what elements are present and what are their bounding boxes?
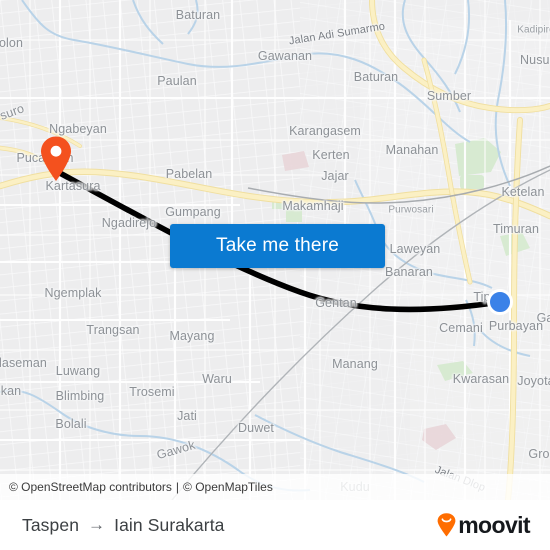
route-summary: Taspen → Iain Surakarta [22, 515, 225, 536]
attribution-openmaptiles[interactable]: © OpenMapTiles [183, 480, 273, 494]
moovit-route-preview: BaturanJalan Adi SumarmoKadipiroolonGawa… [0, 0, 550, 550]
map-attribution: © OpenStreetMap contributors | © OpenMap… [0, 474, 550, 500]
destination-marker-dot[interactable] [487, 289, 513, 315]
attribution-separator: | [175, 480, 180, 494]
moovit-pin-icon [437, 513, 456, 537]
route-origin-label: Taspen [22, 514, 80, 535]
origin-marker-pin[interactable] [39, 136, 73, 182]
arrow-right-icon: → [88, 515, 106, 534]
moovit-wordmark: moovit [458, 511, 530, 538]
map-canvas[interactable]: BaturanJalan Adi SumarmoKadipiroolonGawa… [0, 0, 550, 500]
attribution-osm[interactable]: © OpenStreetMap contributors [9, 480, 172, 494]
route-destination-label: Iain Surakarta [114, 514, 225, 535]
take-me-there-button[interactable]: Take me there [170, 224, 385, 268]
footer-bar: Taspen → Iain Surakarta moovit [0, 500, 550, 550]
moovit-logo[interactable]: moovit [437, 511, 531, 538]
